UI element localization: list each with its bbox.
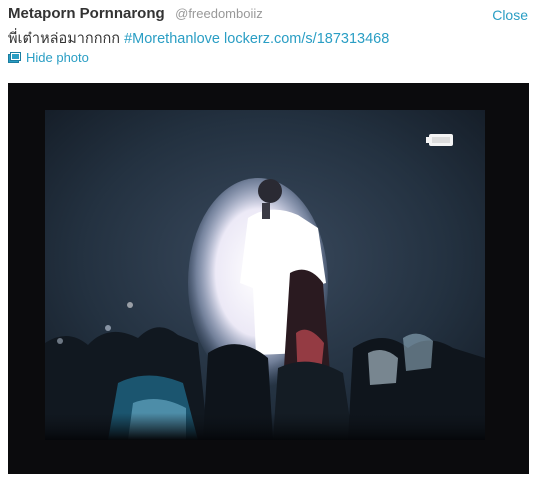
close-link[interactable]: Close <box>492 7 528 23</box>
hide-photo-toggle[interactable]: Hide photo <box>8 50 89 65</box>
hide-photo-label: Hide photo <box>26 50 89 65</box>
author-name[interactable]: Metaporn Pornnarong <box>8 5 165 22</box>
author-handle[interactable]: @freedomboiiz <box>175 6 263 21</box>
concert-photo-image <box>8 83 529 474</box>
tweet-text: พี่เต๋าหล่อมากกกก #Morethanlove lockerz.… <box>8 27 528 50</box>
photo-icon <box>8 52 21 63</box>
tweet-photo[interactable] <box>8 83 529 474</box>
tweet-header: Metaporn Pornnarong @freedomboiiz Close <box>8 5 528 27</box>
hashtag-link[interactable]: #Morethanlove <box>124 31 220 47</box>
tweet-body-text: พี่เต๋าหล่อมากกกก <box>8 31 121 47</box>
photo-url-link[interactable]: lockerz.com/s/187313468 <box>224 31 389 47</box>
tweet-card: Metaporn Pornnarong @freedomboiiz Close … <box>0 0 536 481</box>
